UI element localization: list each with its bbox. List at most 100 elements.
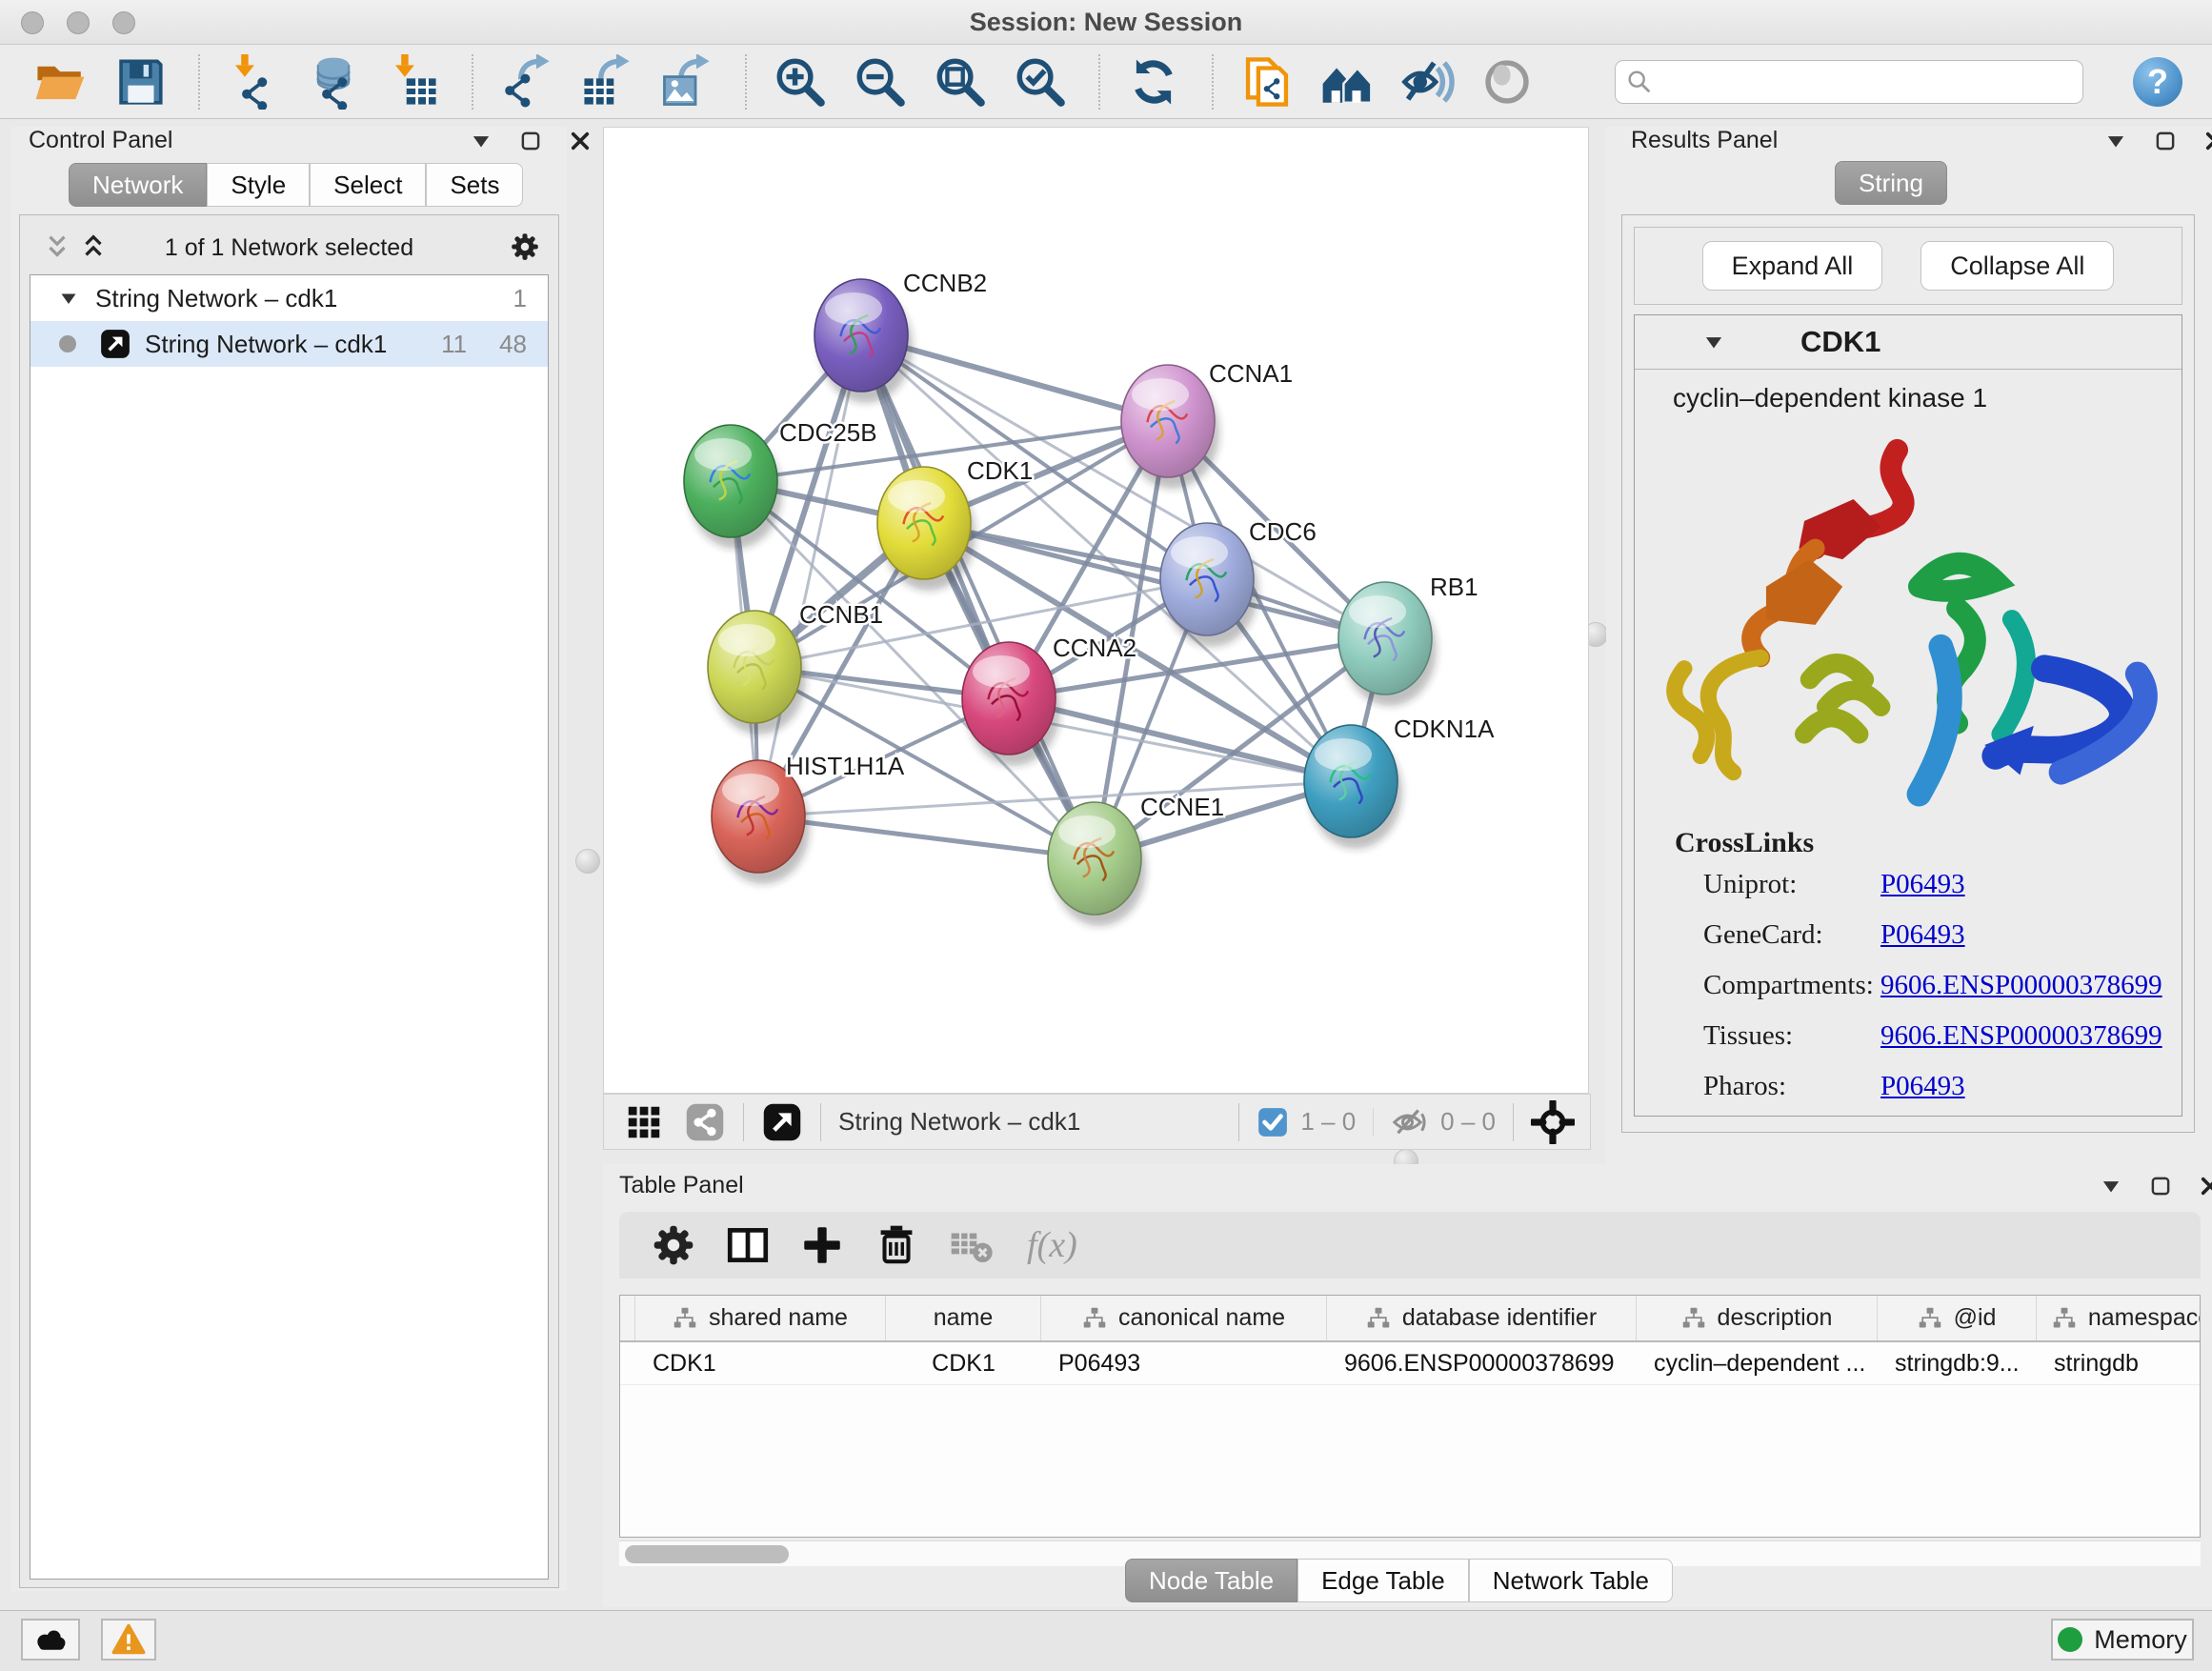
column-header-shared-name[interactable]: shared name: [635, 1296, 886, 1340]
column-header-database-identifier[interactable]: database identifier: [1327, 1296, 1637, 1340]
import-network-icon[interactable]: [226, 54, 281, 110]
table-cell[interactable]: stringdb: [2037, 1342, 2201, 1384]
fit-selected-icon[interactable]: [1531, 1100, 1575, 1144]
network-node-CCNE1[interactable]: [1048, 802, 1146, 926]
column-header-description[interactable]: description: [1637, 1296, 1878, 1340]
protein-collapse-icon[interactable]: [1701, 330, 1726, 354]
panel-float-icon[interactable]: [2148, 1174, 2173, 1198]
network-node-RB1[interactable]: [1338, 582, 1437, 706]
hide-selected-icon[interactable]: [1399, 54, 1455, 110]
crosslink-link[interactable]: P06493: [1880, 1071, 1965, 1102]
zoom-in-icon[interactable]: [773, 54, 828, 110]
selected-checkbox-icon[interactable]: [1257, 1106, 1289, 1138]
function-builder-icon[interactable]: f(x): [1027, 1224, 1077, 1266]
network-node-CCNA2[interactable]: [962, 642, 1060, 766]
add-column-icon[interactable]: [798, 1221, 846, 1269]
panel-float-icon[interactable]: [518, 129, 543, 153]
panel-menu-icon[interactable]: [2099, 1174, 2123, 1198]
tab-style[interactable]: Style: [207, 163, 310, 207]
crosslink-link[interactable]: 9606.ENSP00000378699: [1880, 970, 2162, 1001]
import-table-icon[interactable]: [386, 54, 441, 110]
zoom-out-icon[interactable]: [853, 54, 908, 110]
network-overview-icon[interactable]: [684, 1101, 726, 1143]
network-node-CDC6[interactable]: [1160, 523, 1258, 647]
network-collection-row[interactable]: String Network – cdk1 1: [30, 275, 548, 321]
table-cell[interactable]: stringdb:9...: [1878, 1342, 2037, 1384]
network-canvas[interactable]: CCNB2CCNA1CDC25BCDK1CDC6RB1CCNB1CCNA2CDK…: [603, 127, 1589, 1094]
show-all-icon[interactable]: [1479, 54, 1535, 110]
crosslink-link[interactable]: P06493: [1880, 919, 1965, 951]
panel-menu-icon[interactable]: [469, 129, 493, 153]
tab-select[interactable]: Select: [310, 163, 426, 207]
tab-node-table[interactable]: Node Table: [1125, 1559, 1297, 1602]
network-node-CCNA1[interactable]: [1121, 365, 1219, 489]
network-edge-CCNB2-HIST1H1A[interactable]: [758, 335, 861, 816]
network-node-CDKN1A[interactable]: [1304, 725, 1402, 849]
birdseye-view-icon[interactable]: [625, 1103, 663, 1141]
control-panel-title: Control Panel: [29, 127, 172, 154]
panel-menu-icon[interactable]: [2103, 129, 2128, 153]
zoom-fit-icon[interactable]: [933, 54, 988, 110]
network-row[interactable]: String Network – cdk1 11 48: [30, 321, 548, 367]
scrollbar-thumb[interactable]: [625, 1545, 789, 1563]
column-header--id[interactable]: @id: [1878, 1296, 2037, 1340]
network-node-CCNB2[interactable]: [814, 279, 913, 403]
table-cell[interactable]: P06493: [1041, 1342, 1327, 1384]
refresh-layout-icon[interactable]: [1126, 54, 1181, 110]
quick-search-box[interactable]: [1615, 60, 2083, 104]
cloud-status-button[interactable]: [21, 1619, 80, 1661]
network-node-CCNB1[interactable]: [708, 611, 806, 735]
show-columns-icon[interactable]: [724, 1221, 772, 1269]
network-options-gear-icon[interactable]: [509, 231, 541, 263]
expand-all-button[interactable]: Expand All: [1702, 241, 1883, 291]
panel-close-icon[interactable]: [2202, 129, 2212, 153]
hidden-eye-icon[interactable]: [1391, 1103, 1429, 1141]
crosslink-row: Compartments:9606.ENSP00000378699: [1635, 960, 2182, 1011]
delete-column-icon[interactable]: [873, 1221, 920, 1269]
column-header-namespace[interactable]: namespace: [2037, 1296, 2201, 1340]
column-header-canonical-name[interactable]: canonical name: [1041, 1296, 1327, 1340]
table-cell[interactable]: CDK1: [886, 1342, 1041, 1384]
import-database-icon[interactable]: [306, 54, 361, 110]
crosslink-link[interactable]: 9606.ENSP00000378699: [1880, 1020, 2162, 1052]
node-label-CCNA2: CCNA2: [1053, 634, 1136, 662]
left-splitter-handle[interactable]: [575, 849, 600, 874]
export-image-icon[interactable]: [659, 54, 714, 110]
tab-edge-table[interactable]: Edge Table: [1297, 1559, 1469, 1602]
zoom-selected-icon[interactable]: [1013, 54, 1068, 110]
clone-network-icon[interactable]: [1239, 54, 1295, 110]
crosslink-link[interactable]: P06493: [1880, 869, 1965, 900]
table-options-gear-icon[interactable]: [650, 1221, 697, 1269]
tab-network[interactable]: Network: [69, 163, 207, 207]
attribute-tree-icon: [1366, 1306, 1391, 1331]
control-panel-tabs: NetworkStyleSelectSets: [69, 163, 523, 207]
table-cell[interactable]: cyclin–dependent ...: [1637, 1342, 1878, 1384]
column-header-name[interactable]: name: [886, 1296, 1041, 1340]
title-bar: Session: New Session: [0, 0, 2212, 45]
open-session-icon[interactable]: [32, 54, 88, 110]
memory-button[interactable]: Memory: [2051, 1619, 2194, 1661]
help-button[interactable]: ?: [2133, 57, 2182, 107]
crosslink-label: Pharos:: [1703, 1071, 1880, 1102]
export-table-icon[interactable]: [579, 54, 634, 110]
detach-view-icon[interactable]: [761, 1101, 803, 1143]
table-row[interactable]: CDK1CDK1P064939606.ENSP00000378699cyclin…: [620, 1342, 2200, 1385]
collection-expand-icon[interactable]: [57, 287, 80, 310]
panel-close-icon[interactable]: [2198, 1174, 2212, 1198]
table-cell[interactable]: CDK1: [635, 1342, 886, 1384]
export-network-icon[interactable]: [499, 54, 554, 110]
delete-table-icon[interactable]: [947, 1221, 995, 1269]
home-layout-icon[interactable]: [1319, 54, 1375, 110]
network-node-CDK1[interactable]: [877, 467, 975, 591]
save-session-icon[interactable]: [112, 54, 168, 110]
panel-close-icon[interactable]: [568, 129, 593, 153]
search-input[interactable]: [1654, 68, 2058, 96]
table-cell[interactable]: 9606.ENSP00000378699: [1327, 1342, 1637, 1384]
warnings-button[interactable]: [101, 1619, 156, 1661]
panel-float-icon[interactable]: [2153, 129, 2178, 153]
collapse-all-button[interactable]: Collapse All: [1920, 241, 2114, 291]
table-panel-title: Table Panel: [619, 1172, 744, 1199]
tab-network-table[interactable]: Network Table: [1469, 1559, 1673, 1602]
tab-sets[interactable]: Sets: [426, 163, 523, 207]
tab-string[interactable]: String: [1835, 161, 1947, 205]
